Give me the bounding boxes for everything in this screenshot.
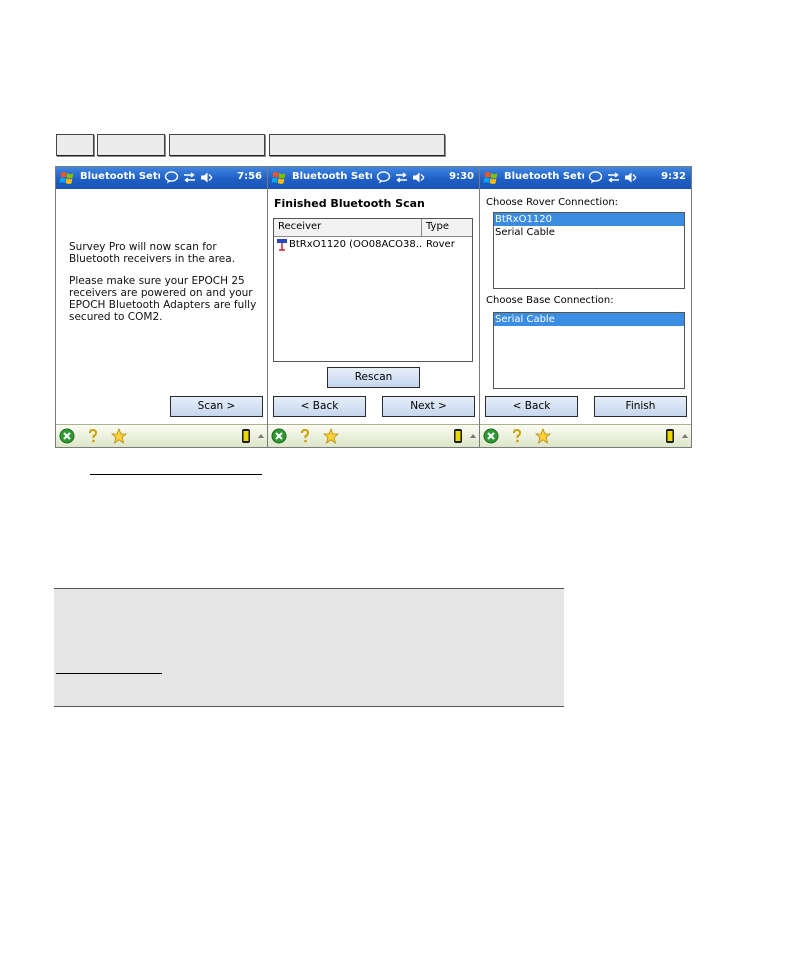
windows-logo-icon[interactable] <box>59 170 75 186</box>
help-icon[interactable] <box>297 428 313 444</box>
content-area: Survey Pro will now scan for Bluetooth r… <box>56 189 267 425</box>
finish-button[interactable]: Finish <box>594 396 687 417</box>
message-icon[interactable] <box>588 170 603 185</box>
caption-rule <box>90 474 262 475</box>
next-button[interactable]: Next > <box>382 396 475 417</box>
receiver-list[interactable]: Receiver Type BtRxO1120 (OO08ACO38... Ro… <box>273 218 473 362</box>
receiver-antenna-icon <box>277 239 287 251</box>
favorites-icon[interactable] <box>111 428 127 444</box>
column-header-receiver[interactable]: Receiver <box>274 219 422 236</box>
app-title: Bluetooth Setu <box>80 171 160 182</box>
windows-logo-icon[interactable] <box>271 170 287 186</box>
tab-3[interactable] <box>169 134 265 156</box>
list-header: Receiver Type <box>274 219 472 237</box>
content-area: Choose Rover Connection: BtRxO1120 Seria… <box>480 189 691 425</box>
title-bar: Bluetooth Setu 9:30 <box>268 167 479 189</box>
taskbar <box>56 424 267 447</box>
clock[interactable]: 9:32 <box>661 171 686 182</box>
back-button[interactable]: < Back <box>273 396 366 417</box>
base-connection-list[interactable]: Serial Cable <box>493 312 685 389</box>
close-circle-icon[interactable] <box>483 428 499 444</box>
close-circle-icon[interactable] <box>271 428 287 444</box>
rover-connection-label: Choose Rover Connection: <box>486 197 619 208</box>
battery-icon[interactable] <box>662 428 678 444</box>
scan-instructions: Survey Pro will now scan for Bluetooth r… <box>69 241 259 333</box>
rover-connection-list[interactable]: BtRxO1120 Serial Cable <box>493 212 685 289</box>
help-icon[interactable] <box>85 428 101 444</box>
help-icon[interactable] <box>509 428 525 444</box>
instruction-paragraph-1: Survey Pro will now scan for Bluetooth r… <box>69 241 236 265</box>
windows-logo-icon[interactable] <box>483 170 499 186</box>
title-bar: Bluetooth Setu 9:32 <box>480 167 691 189</box>
scan-button[interactable]: Scan > <box>170 396 263 417</box>
list-item[interactable]: Serial Cable <box>494 226 684 239</box>
scan-intro-screen: Bluetooth Setu 7:56 Survey Pro will now … <box>55 166 268 448</box>
rescan-button[interactable]: Rescan <box>327 367 420 388</box>
volume-icon[interactable] <box>411 170 426 185</box>
message-icon[interactable] <box>376 170 391 185</box>
clock[interactable]: 7:56 <box>237 171 262 182</box>
receiver-type: Rover <box>426 239 455 250</box>
message-icon[interactable] <box>164 170 179 185</box>
connection-choice-screen: Bluetooth Setu 9:32 Choose Rover Connect… <box>479 166 692 448</box>
receiver-name: BtRxO1120 (OO08ACO38... <box>289 239 421 250</box>
clock[interactable]: 9:30 <box>449 171 474 182</box>
instruction-paragraph-2: Please make sure your EPOCH 25 receivers… <box>69 275 257 323</box>
connectivity-icon[interactable] <box>394 170 409 185</box>
note-box <box>54 588 564 707</box>
favorites-icon[interactable] <box>323 428 339 444</box>
tab-1[interactable] <box>56 134 94 156</box>
content-area: Finished Bluetooth Scan Receiver Type Bt… <box>268 189 479 425</box>
base-connection-label: Choose Base Connection: <box>486 295 614 306</box>
connectivity-icon[interactable] <box>606 170 621 185</box>
list-item[interactable]: BtRxO1120 <box>494 213 684 226</box>
scan-results-screen: Bluetooth Setu 9:30 Finished Bluetooth S… <box>267 166 480 448</box>
app-title: Bluetooth Setu <box>292 171 372 182</box>
volume-icon[interactable] <box>199 170 214 185</box>
tab-2[interactable] <box>97 134 165 156</box>
volume-icon[interactable] <box>623 170 638 185</box>
title-bar: Bluetooth Setu 7:56 <box>56 167 267 189</box>
app-title: Bluetooth Setu <box>504 171 584 182</box>
note-rule <box>56 673 162 674</box>
connectivity-icon[interactable] <box>182 170 197 185</box>
list-item[interactable]: BtRxO1120 (OO08ACO38... Rover <box>274 237 472 252</box>
taskbar <box>480 424 691 447</box>
battery-icon[interactable] <box>238 428 254 444</box>
list-item[interactable]: Serial Cable <box>494 313 684 326</box>
page-title: Finished Bluetooth Scan <box>274 197 425 210</box>
close-circle-icon[interactable] <box>59 428 75 444</box>
chevron-up-icon[interactable] <box>470 434 476 438</box>
taskbar <box>268 424 479 447</box>
chevron-up-icon[interactable] <box>258 434 264 438</box>
battery-icon[interactable] <box>450 428 466 444</box>
column-header-type[interactable]: Type <box>422 219 472 236</box>
back-button[interactable]: < Back <box>485 396 578 417</box>
favorites-icon[interactable] <box>535 428 551 444</box>
tab-4[interactable] <box>269 134 445 156</box>
chevron-up-icon[interactable] <box>682 434 688 438</box>
